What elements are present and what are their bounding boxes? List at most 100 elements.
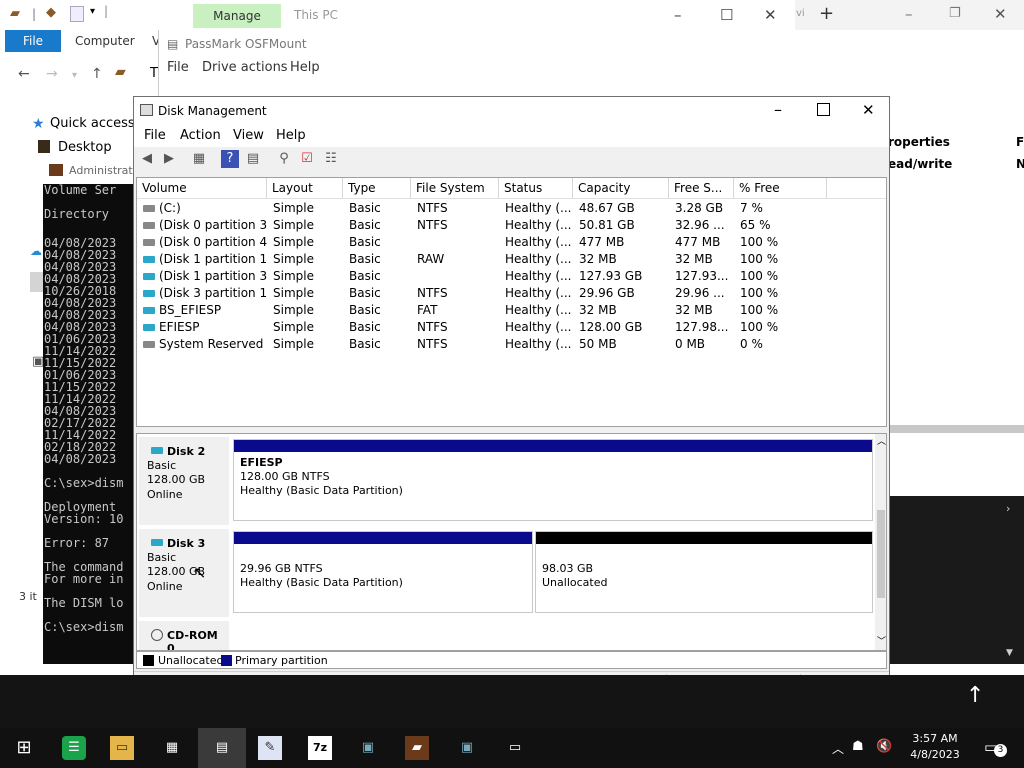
column-header-layout[interactable]: Layout xyxy=(267,178,343,198)
column-header-free-space[interactable]: Free S... xyxy=(669,178,734,198)
properties-icon[interactable]: ◆ xyxy=(46,5,56,20)
cell-type: Basic xyxy=(349,201,381,215)
osfmount-menu-drive-actions[interactable]: Drive actions xyxy=(202,60,288,75)
partition-block[interactable]: 29.96 GB NTFS Healthy (Basic Data Partiti… xyxy=(233,531,533,613)
sevenzip-taskbar-icon[interactable]: 7z xyxy=(308,736,332,760)
volume-row[interactable]: EFIESP Simple Basic NTFS Healthy (... 128.00 … xyxy=(137,319,886,336)
scroll-right-icon[interactable]: › xyxy=(1006,502,1010,515)
connect-icon[interactable]: ⚲ xyxy=(275,150,293,168)
legend-primary-swatch xyxy=(221,655,232,666)
scrollbar-thumb[interactable] xyxy=(877,510,885,598)
notepad-taskbar-icon[interactable]: ✎ xyxy=(258,736,282,760)
scroll-down-icon[interactable]: ▼ xyxy=(1006,648,1013,658)
graph-scrollbar[interactable]: ︿ ﹀ xyxy=(875,434,886,650)
column-header-type[interactable]: Type xyxy=(343,178,411,198)
osfmount-taskbar-icon[interactable]: ▭ xyxy=(503,736,527,760)
column-header-file-system[interactable]: File System xyxy=(411,178,499,198)
star-icon: ★ xyxy=(32,116,45,132)
show-hide-console-tree-icon[interactable]: ▦ xyxy=(190,150,208,168)
volume-row[interactable]: BS_EFIESP Simple Basic FAT Healthy (... 32 MB… xyxy=(137,302,886,319)
new-folder-icon[interactable] xyxy=(70,6,84,22)
volume-row[interactable]: (Disk 3 partition 1) Simple Basic NTFS Healt… xyxy=(137,285,886,302)
computer-tab[interactable]: Computer xyxy=(75,30,135,52)
start-windows-icon[interactable]: ⊞ xyxy=(12,736,36,760)
column-header-percent-free[interactable]: % Free xyxy=(734,178,827,198)
disk-type: Basic xyxy=(147,459,177,472)
partition-block[interactable]: EFIESP 128.00 GB NTFS Healthy (Basic Data … xyxy=(233,439,873,521)
forward-icon[interactable]: ▶ xyxy=(160,150,178,168)
new-tab-icon[interactable]: + xyxy=(819,3,834,24)
back-icon[interactable]: ◀ xyxy=(138,150,156,168)
disk-icon xyxy=(151,447,163,454)
volume-row[interactable]: System Reserved Simple Basic NTFS Healthy (.… xyxy=(137,336,886,353)
maximize-icon[interactable] xyxy=(817,103,830,116)
scroll-to-top-icon[interactable]: ↑ xyxy=(966,683,984,708)
volume-muted-icon[interactable]: 🔇 xyxy=(876,739,892,754)
cmd-taskbar-icon[interactable]: ▰ xyxy=(405,736,429,760)
network-tool-taskbar-icon[interactable]: ▣ xyxy=(356,736,380,760)
file-tab[interactable]: File xyxy=(5,30,61,52)
disk-label-1[interactable]: Disk 3 Basic 128.00 GB Online xyxy=(139,529,229,617)
forward-arrow-icon[interactable]: → xyxy=(46,66,58,82)
column-header-status[interactable]: Status xyxy=(499,178,573,198)
properties-icon[interactable]: ▤ xyxy=(244,150,262,168)
minimize-icon[interactable]: – xyxy=(674,6,682,24)
partition-name: EFIESP xyxy=(240,456,283,469)
partition-block[interactable]: 98.03 GB Unallocated xyxy=(535,531,873,613)
menu-action[interactable]: Action xyxy=(180,128,221,143)
close-icon[interactable]: ✕ xyxy=(862,101,875,119)
explorer-quick-icon[interactable]: | xyxy=(32,7,36,21)
recent-dropdown-icon[interactable]: ▾ xyxy=(72,70,77,81)
menu-help[interactable]: Help xyxy=(276,128,306,143)
column-header-volume[interactable]: Volume xyxy=(137,178,267,198)
show-hidden-icons[interactable]: ︿ xyxy=(832,740,844,757)
dashboard-taskbar-icon[interactable]: ▦ xyxy=(160,736,184,760)
disk-label-0[interactable]: Disk 2 Basic 128.00 GB Online xyxy=(139,437,229,525)
minimize-icon[interactable]: – xyxy=(905,5,913,23)
cmd-output[interactable]: Volume Ser Directory 04/08/2023 04/08/2023… xyxy=(43,184,135,664)
disk-management-taskbar-icon[interactable]: ▤ xyxy=(210,736,234,760)
volume-icon xyxy=(143,205,155,212)
file-explorer-taskbar-icon[interactable]: ▭ xyxy=(110,736,134,760)
menu-file[interactable]: File xyxy=(144,128,166,143)
restore-icon[interactable]: ❐ xyxy=(949,6,961,21)
cell-free-space: 0 MB xyxy=(675,337,706,351)
nav-quick-access[interactable]: Quick access xyxy=(50,116,135,131)
sheets-app-icon[interactable]: ☰ xyxy=(62,736,86,760)
scroll-down-icon[interactable]: ﹀ xyxy=(877,634,886,647)
maximize-icon[interactable]: ☐ xyxy=(720,6,733,24)
osfmount-menu-file[interactable]: File xyxy=(167,60,189,75)
close-icon[interactable]: ✕ xyxy=(764,6,777,24)
volume-row[interactable]: (Disk 1 partition 1) Simple Basic RAW Health… xyxy=(137,251,886,268)
minimize-icon[interactable]: – xyxy=(774,100,782,119)
check-icon[interactable]: ☑ xyxy=(298,150,316,168)
taskbar-clock[interactable]: 3:57 AM 4/8/2023 xyxy=(900,731,970,763)
disk-label-2[interactable]: CD-ROM 0 xyxy=(139,621,229,650)
manage-tab[interactable]: Manage xyxy=(193,4,281,28)
cell-type: Basic xyxy=(349,269,381,283)
customize-dropdown-icon[interactable]: ▾ xyxy=(90,6,95,17)
volume-row[interactable]: (Disk 0 partition 4) Simple Basic Healthy (… xyxy=(137,234,886,251)
osfmount-properties-panel: roperties F ead/write N xyxy=(888,131,1024,431)
cell-capacity: 477 MB xyxy=(579,235,625,249)
up-arrow-icon[interactable]: ↑ xyxy=(91,66,103,82)
close-icon[interactable]: ✕ xyxy=(994,5,1007,23)
volume-row[interactable]: (Disk 0 partition 3) Simple Basic NTFS Healt… xyxy=(137,217,886,234)
volume-row[interactable]: (C:) Simple Basic NTFS Healthy (... 48.67 GB 3… xyxy=(137,200,886,217)
cmd-title: Administrato xyxy=(69,164,140,177)
back-arrow-icon[interactable]: ← xyxy=(18,66,30,82)
address-bar[interactable]: T xyxy=(150,66,158,81)
settings-list-icon[interactable]: ☷ xyxy=(322,150,340,168)
cell-type: Basic xyxy=(349,218,381,232)
network-tool-2-taskbar-icon[interactable]: ▣ xyxy=(455,736,479,760)
osfmount-scrollbar[interactable] xyxy=(888,425,1024,433)
menu-view[interactable]: View xyxy=(233,128,264,143)
help-icon[interactable]: ? xyxy=(221,150,239,168)
volume-row[interactable]: (Disk 1 partition 3) Simple Basic Healthy (… xyxy=(137,268,886,285)
nav-desktop[interactable]: Desktop xyxy=(58,140,112,155)
network-tray-icon[interactable]: ☗ xyxy=(852,739,864,754)
scroll-up-icon[interactable]: ︿ xyxy=(877,434,886,447)
column-header-capacity[interactable]: Capacity xyxy=(573,178,669,198)
partition-size: 98.03 GB xyxy=(542,562,594,575)
osfmount-menu-help[interactable]: Help xyxy=(290,60,320,75)
